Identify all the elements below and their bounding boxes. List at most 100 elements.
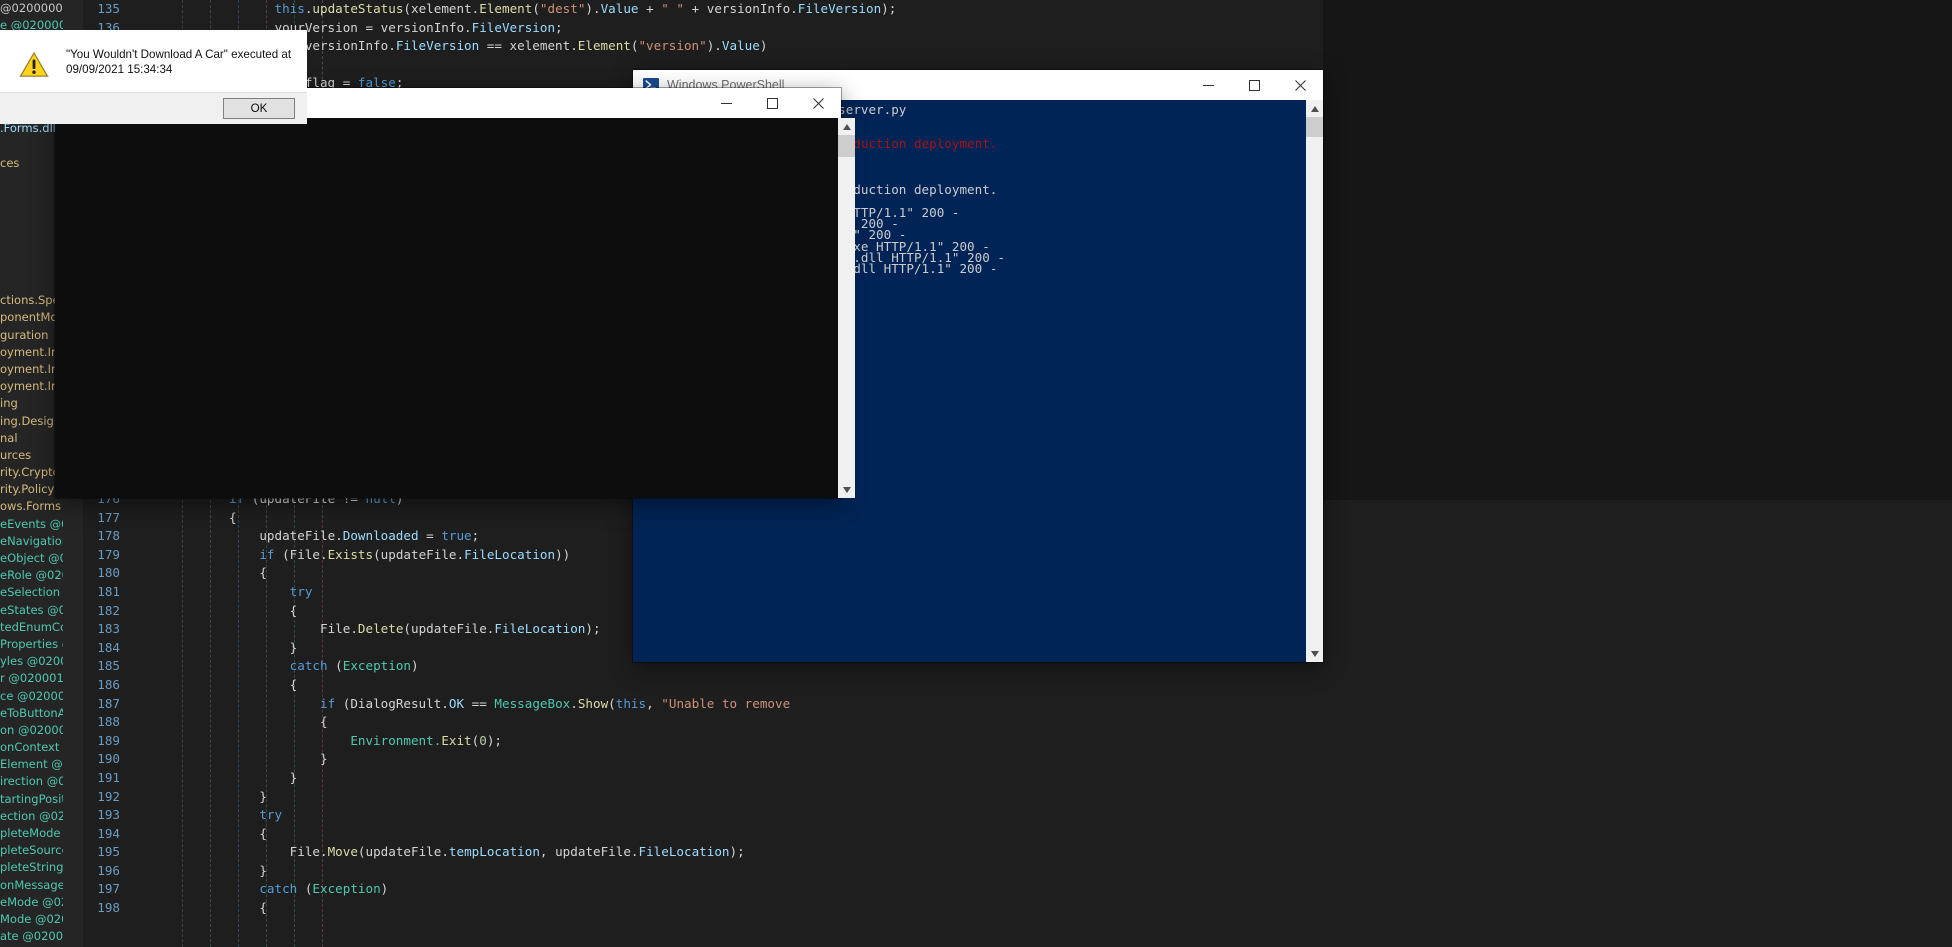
object-browser-row[interactable]: pleteMode @02 [0,825,63,842]
object-browser-row[interactable]: ows.Forms [0,498,63,515]
object-browser-row[interactable]: pleteStringColle [0,859,63,876]
object-browser-row[interactable]: oyment.Inter [0,378,63,395]
code-line[interactable]: 196 } [63,862,1952,881]
object-browser-row[interactable] [0,275,63,292]
object-browser-row[interactable]: ce @02000110 [0,688,63,705]
object-browser-row[interactable]: ing.Design [0,413,63,430]
object-browser-row[interactable]: ces [0,155,63,172]
code-line[interactable]: 191 } [63,769,1952,788]
object-browser-row[interactable]: @02000004 [0,0,63,17]
code-token: Element [577,38,631,54]
object-browser-row[interactable]: eEvents @02 [0,516,63,533]
code-token: " " [661,1,685,16]
powershell-minimize-button[interactable] [1185,70,1231,100]
code-token: "dest" [539,1,586,16]
dialog-ok-button[interactable]: OK [223,98,295,119]
code-line[interactable]: 190 } [63,750,1952,769]
object-browser-row[interactable]: yles @02000 [0,653,63,670]
powershell-scroll-thumb[interactable] [1306,117,1323,137]
code-token: Element [479,1,533,16]
object-browser-row[interactable] [0,172,63,189]
trading-paints-scroll-down-arrow[interactable] [838,481,855,498]
trading-paints-maximize-button[interactable] [749,88,795,118]
object-browser-row[interactable]: onMessages @0 [0,877,63,894]
powershell-scroll-down-arrow[interactable] [1306,645,1323,662]
object-browser-row[interactable]: urces [0,447,63,464]
code-line[interactable]: 193 try [63,806,1952,825]
object-browser-row[interactable] [0,206,63,223]
powershell-scrollbar[interactable] [1306,100,1323,662]
code-line[interactable]: 187 if (DialogResult.OK == MessageBox.Sh… [63,695,1952,714]
object-browser-row[interactable]: guration [0,327,63,344]
trading-paints-minimize-button[interactable] [703,88,749,118]
code-token: = [418,528,442,544]
object-browser-row[interactable] [0,258,63,275]
object-browser-row[interactable] [0,189,63,206]
code-line[interactable]: 189 Environment.Exit(0); [63,732,1952,751]
line-number: 177 [97,509,120,525]
trading-paints-close-button[interactable] [795,88,841,118]
object-browser-row[interactable]: ing [0,395,63,412]
powershell-scroll-up-arrow[interactable] [1306,100,1323,117]
code-token: ; [555,19,563,35]
code-line[interactable]: 197 catch (Exception) [63,880,1952,899]
powershell-maximize-button[interactable] [1231,70,1277,100]
line-number: 178 [97,528,120,544]
code-token: Environment. [350,732,442,748]
trading-paints-window[interactable]: Trading Paints [55,88,855,498]
object-browser-row[interactable]: Element @02000 [0,756,63,773]
code-token: . [570,695,578,711]
trading-paints-scroll-up-arrow[interactable] [838,118,855,135]
object-browser-row[interactable]: oyment.Inter [0,361,63,378]
object-browser-row[interactable] [0,223,63,240]
powershell-window-controls[interactable] [1185,70,1323,100]
code-line[interactable]: 188 { [63,713,1952,732]
line-number: 194 [97,825,120,841]
object-browser-row[interactable]: eObject @02 [0,550,63,567]
object-browser-row[interactable]: Properties @ [0,636,63,653]
object-browser-row[interactable]: ponentMod [0,309,63,326]
object-browser-row[interactable]: rity.Policy [0,481,63,498]
line-number: 190 [97,751,120,767]
object-browser-row[interactable]: ection @02000 [0,808,63,825]
object-browser-row[interactable]: nal [0,430,63,447]
object-browser-row[interactable]: tartingPosition [0,791,63,808]
code-token: ); [729,844,745,860]
code-line[interactable]: 186 { [63,676,1952,695]
object-browser-row[interactable]: Mode @02000116 [0,911,63,928]
trading-paints-content-area[interactable] [55,118,841,498]
code-line[interactable]: 198 { [63,899,1952,918]
object-browser-row[interactable]: eNavigation [0,533,63,550]
code-token: )) [555,546,571,562]
object-browser-row[interactable]: on @02000111 [0,722,63,739]
object-browser-row[interactable]: r @02000103 [0,670,63,687]
object-browser-row[interactable]: eMode @0200011 [0,894,63,911]
line-number: 198 [97,900,120,916]
trading-paints-window-controls[interactable] [703,88,841,118]
object-browser-row[interactable]: irection @02000 [0,773,63,790]
object-browser-row[interactable]: eRole @0200 [0,567,63,584]
object-browser-row[interactable] [0,241,63,258]
object-browser-row[interactable]: eSelection @ [0,584,63,601]
code-line[interactable]: 194 { [63,825,1952,844]
object-browser-row[interactable] [0,138,63,155]
trading-paints-scrollbar[interactable] [838,118,855,498]
object-browser-panel[interactable]: @02000004e @02000002erties5.0).0.0.0)rms… [0,0,63,947]
trading-paints-scroll-thumb[interactable] [838,135,855,157]
object-browser-row[interactable]: tedEnumCo [0,619,63,636]
object-browser-row[interactable]: ctions.Speci [0,292,63,309]
code-token: FileLocation [464,546,556,562]
object-browser-row[interactable]: eToButtonAttr [0,705,63,722]
powershell-close-button[interactable] [1277,70,1323,100]
object-browser-row[interactable]: pleteSource @0 [0,842,63,859]
object-browser-row[interactable]: onContext @02 [0,739,63,756]
code-line[interactable]: 192 } [63,788,1952,807]
object-browser-row[interactable]: oyment.Inter [0,344,63,361]
object-browser-row[interactable]: rity.Cryptogr [0,464,63,481]
code-line[interactable]: 195 File.Move(updateFile.tempLocation, u… [63,843,1952,862]
code-token: Value [600,1,639,16]
object-browser-row[interactable]: ate @0200011A [0,928,63,945]
object-browser-row[interactable]: eStates @02 [0,602,63,619]
code-token: File. [319,621,358,637]
